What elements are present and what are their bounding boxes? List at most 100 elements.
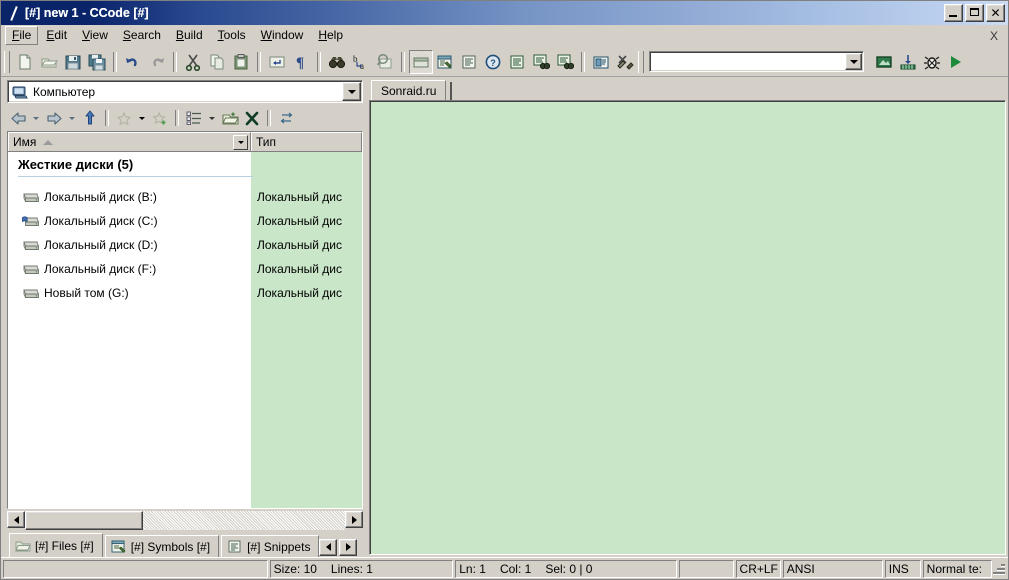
table-row[interactable]: Локальный диск (C:) Локальный дис	[8, 209, 362, 233]
menu-build[interactable]: Build	[169, 26, 210, 45]
new-folder-icon[interactable]	[219, 107, 241, 129]
panel-tab-scroll-left-button[interactable]	[319, 538, 338, 556]
add-favorite-icon[interactable]	[149, 107, 171, 129]
favorites-dropdown-icon[interactable]	[135, 107, 149, 129]
drive-name-label: Локальный диск (C:)	[44, 214, 158, 228]
scroll-track[interactable]	[25, 511, 345, 530]
drive-name-cell: Локальный диск (C:)	[8, 209, 251, 233]
drive-name-label: Локальный диск (D:)	[44, 238, 158, 252]
location-dropdown-icon[interactable]	[342, 82, 361, 101]
menu-window[interactable]: Window	[254, 26, 311, 45]
status-encoding[interactable]: ANSI	[782, 559, 883, 578]
menu-edit[interactable]: Edit	[39, 26, 74, 45]
panel-tab-scroll-right-button[interactable]	[339, 538, 358, 556]
back-history-dropdown-icon[interactable]	[29, 107, 43, 129]
new-file-icon[interactable]	[13, 50, 37, 74]
toolbar-grip-2[interactable]	[638, 50, 644, 73]
tab-files[interactable]: [#] Files [#]	[9, 533, 103, 557]
save-all-icon[interactable]	[85, 50, 109, 74]
close-button[interactable]: ✕	[986, 4, 1005, 22]
output-panel-icon[interactable]	[505, 50, 529, 74]
forward-history-dropdown-icon[interactable]	[65, 107, 79, 129]
drive-type-cell: Локальный дис	[257, 214, 342, 228]
tab-symbols[interactable]: [#] Symbols [#]	[104, 535, 220, 557]
build-icon[interactable]	[896, 50, 920, 74]
find-icon[interactable]	[325, 50, 349, 74]
find-results-1-icon[interactable]	[529, 50, 553, 74]
column-filter-dropdown-icon[interactable]	[233, 135, 248, 150]
toggle-explorer-icon[interactable]	[409, 49, 433, 74]
menu-search[interactable]: Search	[116, 26, 168, 45]
quick-command-input[interactable]	[650, 52, 844, 71]
undo-icon[interactable]	[121, 50, 145, 74]
paste-icon[interactable]	[229, 50, 253, 74]
delete-icon[interactable]	[241, 107, 263, 129]
drive-type-cell: Локальный дис	[257, 238, 342, 252]
column-header-type[interactable]: Тип	[251, 132, 362, 151]
menu-view[interactable]: View	[75, 26, 115, 45]
scroll-thumb[interactable]	[25, 511, 143, 530]
compile-icon[interactable]	[872, 50, 896, 74]
back-icon[interactable]	[7, 107, 29, 129]
toolbar-separator-4	[317, 51, 321, 72]
explorer-horizontal-scrollbar[interactable]	[7, 511, 363, 530]
list-column-headers: Имя Тип	[8, 132, 362, 152]
status-doc-type[interactable]: Normal te:	[922, 559, 993, 578]
resize-grip-icon[interactable]	[992, 562, 1006, 576]
minimize-button[interactable]	[944, 4, 963, 22]
properties-icon[interactable]	[589, 50, 613, 74]
views-dropdown-icon[interactable]	[205, 107, 219, 129]
toolbar-grip[interactable]	[4, 50, 10, 73]
cut-icon[interactable]	[181, 50, 205, 74]
menu-file[interactable]: File	[5, 26, 39, 45]
table-row[interactable]: Локальный диск (D:) Локальный дис	[8, 233, 362, 257]
run-icon[interactable]	[944, 50, 968, 74]
debug-icon[interactable]	[920, 50, 944, 74]
replace-icon[interactable]: b a	[349, 50, 373, 74]
tab-snippets[interactable]: [#] Snippets	[221, 535, 320, 557]
insert-newline-icon[interactable]	[265, 50, 289, 74]
table-row[interactable]: Локальный диск (F:) Локальный дис	[8, 257, 362, 281]
pilcrow-icon[interactable]: ¶	[289, 50, 313, 74]
close-document-button[interactable]: X	[990, 29, 998, 43]
status-eol[interactable]: CR+LF	[735, 559, 781, 578]
editor-tab-sonraid[interactable]: Sonraid.ru	[371, 80, 447, 100]
column-header-name[interactable]: Имя	[8, 132, 251, 151]
maximize-button[interactable]	[965, 4, 984, 22]
files-icon	[15, 539, 31, 553]
help-icon[interactable]: ?	[481, 50, 505, 74]
save-icon[interactable]	[61, 50, 85, 74]
symbols-panel-icon[interactable]	[433, 50, 457, 74]
quick-command-combo[interactable]	[649, 51, 864, 72]
scroll-right-button[interactable]	[345, 511, 363, 528]
drive-name-cell: Новый том (G:)	[8, 281, 251, 305]
scroll-left-button[interactable]	[7, 511, 25, 528]
code-editor-surface[interactable]	[369, 100, 1006, 555]
location-label: Компьютер	[33, 84, 96, 99]
quick-command-dropdown-icon[interactable]	[845, 53, 862, 70]
open-file-icon[interactable]	[37, 50, 61, 74]
copy-icon[interactable]	[205, 50, 229, 74]
table-row[interactable]: Локальный диск (B:) Локальный дис	[8, 185, 362, 209]
redo-icon[interactable]	[145, 50, 169, 74]
title-bar[interactable]: [#] new 1 - CCode [#] ✕	[1, 1, 1008, 25]
snippets-panel-icon[interactable]	[457, 50, 481, 74]
forward-icon[interactable]	[43, 107, 65, 129]
up-one-level-icon[interactable]	[79, 107, 101, 129]
find-results-2-icon[interactable]	[553, 50, 577, 74]
favorites-icon[interactable]	[113, 107, 135, 129]
find-in-files-icon[interactable]	[373, 50, 397, 74]
menu-help[interactable]: Help	[311, 26, 350, 45]
location-combobox[interactable]: Компьютер	[7, 80, 363, 103]
status-insert-mode[interactable]: INS	[884, 559, 921, 578]
table-row[interactable]: Новый том (G:) Локальный дис	[8, 281, 362, 305]
slash-icon	[5, 5, 21, 21]
menu-tools[interactable]: Tools	[211, 26, 253, 45]
ccode-main-window: [#] new 1 - CCode [#] ✕ File Edit View S…	[0, 0, 1009, 580]
views-icon[interactable]	[183, 107, 205, 129]
svg-text:?: ?	[490, 58, 496, 68]
refresh-sync-icon[interactable]	[275, 107, 297, 129]
tools-options-icon[interactable]	[613, 50, 637, 74]
drive-list-view[interactable]: Имя Тип Жесткие диски (5) Локальный диск…	[7, 131, 363, 509]
toolbar-separator-5	[401, 51, 405, 72]
